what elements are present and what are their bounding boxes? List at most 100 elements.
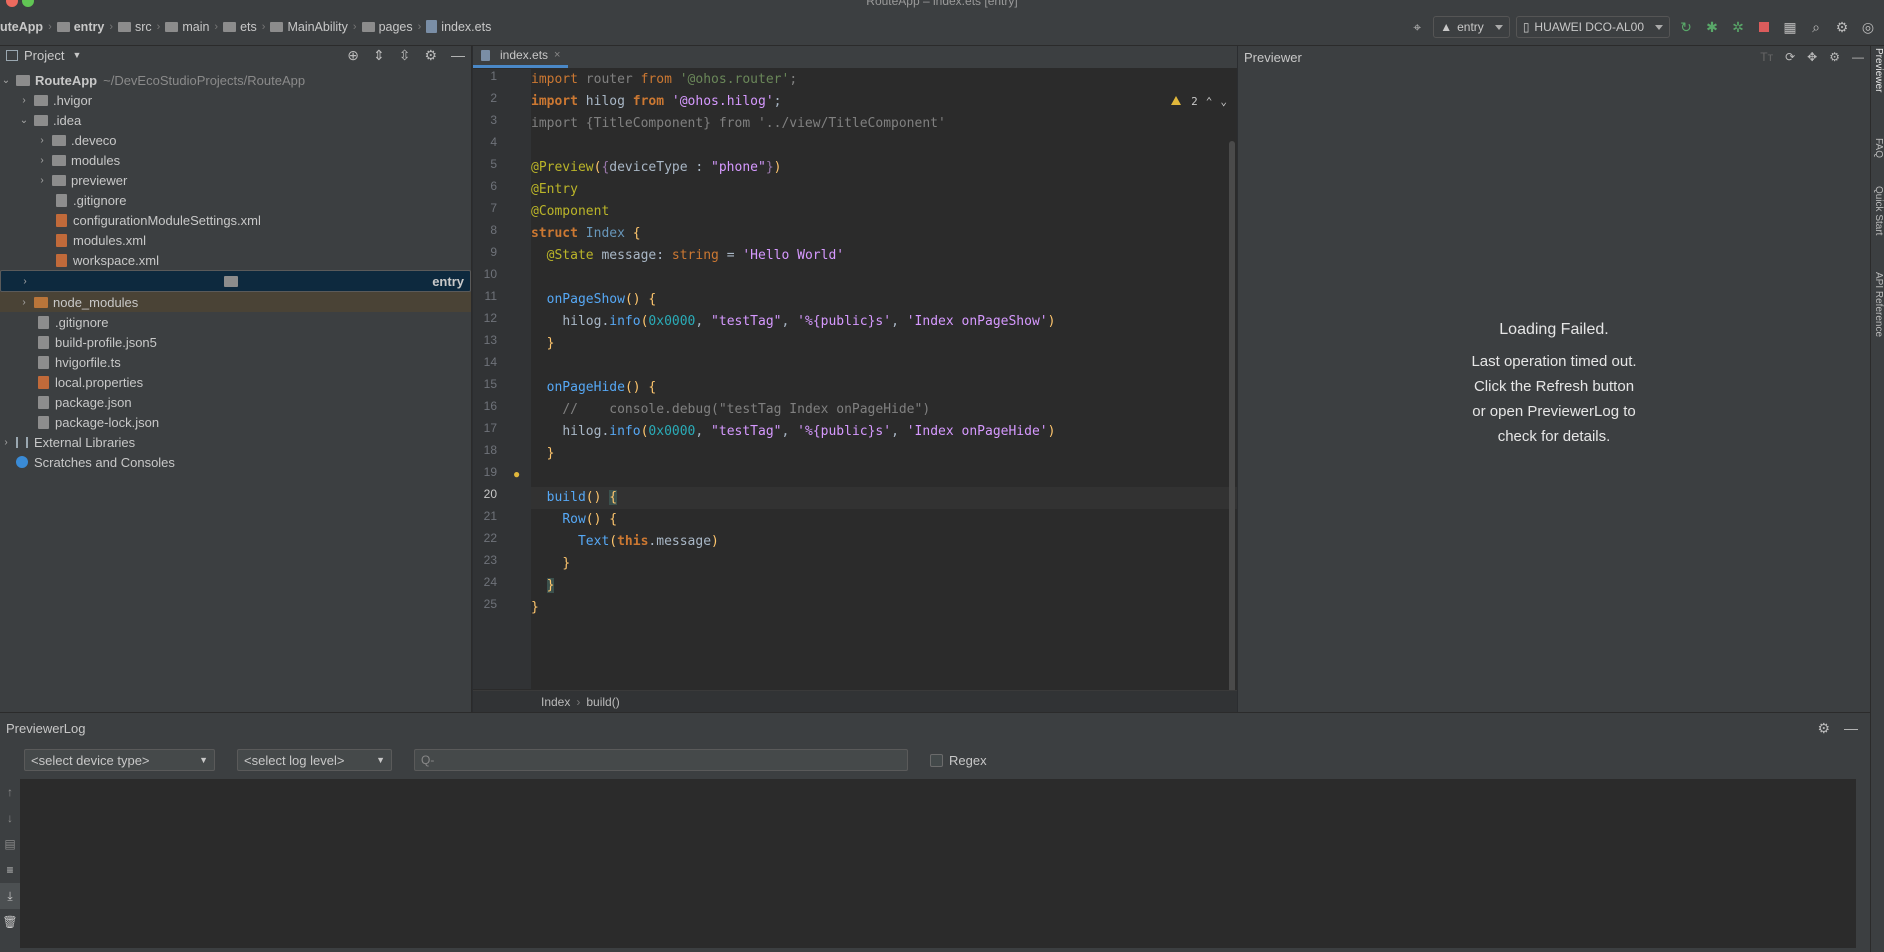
- tree-item-hvigor[interactable]: › .hvigor: [0, 90, 471, 110]
- regex-checkbox[interactable]: Regex: [930, 753, 987, 768]
- print-icon[interactable]: ▤: [0, 831, 20, 857]
- chevron-right-icon[interactable]: ›: [0, 437, 12, 448]
- tree-item-scratches[interactable]: Scratches and Consoles: [0, 452, 471, 472]
- folder-icon: [34, 296, 48, 308]
- editor-scrollbar[interactable]: [1229, 141, 1235, 701]
- collapse-all-icon[interactable]: ⇳: [399, 47, 411, 64]
- tree-item-package-lock[interactable]: package-lock.json: [0, 412, 471, 432]
- line-number: 24: [483, 575, 497, 589]
- tab-index-ets[interactable]: index.ets ×: [473, 45, 569, 68]
- project-view-select[interactable]: Project: [24, 48, 64, 63]
- crumb-module[interactable]: entry: [56, 20, 104, 34]
- device-type-select[interactable]: <select device type> ▼: [24, 749, 215, 771]
- search-icon: Q-: [421, 753, 435, 767]
- expand-all-icon[interactable]: ⇕: [373, 47, 385, 64]
- tree-item-package-json[interactable]: package.json: [0, 392, 471, 412]
- tree-item-configuration-xml[interactable]: configurationModuleSettings.xml: [0, 210, 471, 230]
- crumb-project[interactable]: uteApp: [0, 20, 43, 34]
- tree-item-build-profile[interactable]: build-profile.json5: [0, 332, 471, 352]
- module-select[interactable]: ▲ entry: [1433, 16, 1510, 38]
- debug-icon[interactable]: ✱: [1702, 17, 1722, 37]
- settings-icon[interactable]: ⚙: [1832, 17, 1852, 37]
- crumb-pages[interactable]: pages: [361, 20, 413, 34]
- tree-item-external-libraries[interactable]: › External Libraries: [0, 432, 471, 452]
- chevron-down-icon[interactable]: ⌄: [0, 75, 12, 86]
- gear-icon[interactable]: ⚙: [1817, 720, 1830, 737]
- gear-icon[interactable]: ⚙: [1829, 50, 1840, 64]
- line-number: 7: [490, 201, 497, 215]
- attach-debugger-icon[interactable]: ✲: [1728, 17, 1748, 37]
- chevron-right-icon[interactable]: ›: [19, 276, 31, 287]
- project-structure-icon[interactable]: ▦: [1780, 17, 1800, 37]
- crumb-build[interactable]: build(): [586, 695, 619, 709]
- account-icon[interactable]: ◎: [1858, 17, 1878, 37]
- crumb-file[interactable]: index.ets: [426, 20, 491, 34]
- tab-quick-start[interactable]: Quick Start: [1873, 186, 1884, 235]
- tree-item-idea[interactable]: ⌄ .idea: [0, 110, 471, 130]
- crumb-mainability[interactable]: MainAbility: [270, 20, 348, 34]
- tree-item-gitignore[interactable]: .gitignore: [0, 312, 471, 332]
- tree-item-entry[interactable]: › entry: [0, 270, 471, 292]
- crumb-main[interactable]: main: [165, 20, 209, 34]
- search-icon[interactable]: ⌕: [1806, 17, 1826, 37]
- log-output-area[interactable]: [20, 779, 1856, 948]
- hide-panel-icon[interactable]: —: [1852, 50, 1864, 64]
- gear-icon[interactable]: ⚙: [424, 47, 437, 64]
- module-folder-icon: [224, 275, 239, 287]
- arrow-down-icon[interactable]: ↓: [0, 805, 20, 831]
- tree-item-deveco[interactable]: › .deveco: [0, 130, 471, 150]
- tree-item-workspace-xml[interactable]: workspace.xml: [0, 250, 471, 270]
- hide-panel-icon[interactable]: —: [451, 47, 465, 64]
- folder-icon: [52, 134, 66, 146]
- lightbulb-icon[interactable]: ●: [513, 467, 520, 481]
- crumb-ets[interactable]: ets: [223, 20, 257, 34]
- arrow-up-icon[interactable]: ↑: [0, 779, 20, 805]
- chevron-right-icon: ›: [156, 20, 161, 33]
- chevron-up-icon[interactable]: ⌃: [1206, 95, 1213, 108]
- phone-icon: ▯: [1522, 20, 1530, 34]
- code-area[interactable]: import router from '@ohos.router'; impor…: [531, 69, 1237, 689]
- target-icon[interactable]: ⌖: [1407, 17, 1427, 37]
- tree-item-hvigorfile[interactable]: hvigorfile.ts: [0, 352, 471, 372]
- close-tab-icon[interactable]: ×: [554, 49, 560, 61]
- tree-item-node-modules[interactable]: › node_modules: [0, 292, 471, 312]
- chevron-right-icon[interactable]: ›: [36, 155, 48, 166]
- chevron-down-icon[interactable]: ⌄: [18, 115, 30, 126]
- refresh-icon[interactable]: ⟳: [1785, 50, 1795, 64]
- device-select[interactable]: ▯ HUAWEI DCO-AL00: [1515, 16, 1670, 38]
- scroll-to-end-icon[interactable]: ⤓: [0, 883, 20, 909]
- checkbox-box[interactable]: [930, 753, 943, 767]
- crumb-index[interactable]: Index: [541, 695, 570, 709]
- chevron-down-icon[interactable]: ⌄: [1220, 95, 1227, 108]
- stop-icon[interactable]: [1754, 17, 1774, 37]
- soft-wrap-icon[interactable]: ≡: [0, 857, 20, 883]
- line-number: 13: [483, 333, 497, 347]
- tree-item-idea-gitignore[interactable]: .gitignore: [0, 190, 471, 210]
- log-level-select[interactable]: <select log level> ▼: [237, 749, 392, 771]
- tree-item-local-properties[interactable]: local.properties: [0, 372, 471, 392]
- inspection-widget[interactable]: 2 ⌃ ⌄: [1171, 95, 1227, 108]
- tab-faq[interactable]: FAQ: [1873, 138, 1884, 158]
- chevron-right-icon: ›: [214, 20, 219, 33]
- tree-item-previewer[interactable]: › previewer: [0, 170, 471, 190]
- text-size-icon[interactable]: Tт: [1760, 50, 1773, 64]
- tab-previewer[interactable]: Previewer: [1873, 48, 1884, 92]
- inspector-icon[interactable]: ✥: [1807, 50, 1817, 64]
- tree-item-modules-xml[interactable]: modules.xml: [0, 230, 471, 250]
- tree-item-modules[interactable]: › modules: [0, 150, 471, 170]
- rerun-icon[interactable]: ↻: [1676, 17, 1696, 37]
- log-scrollbar[interactable]: [1856, 779, 1870, 948]
- log-search-input[interactable]: Q-: [414, 749, 908, 771]
- tree-item-routeapp[interactable]: ⌄ RouteApp ~/DevEcoStudioProjects/RouteApp: [0, 70, 471, 90]
- chevron-right-icon[interactable]: ›: [36, 175, 48, 186]
- chevron-right-icon[interactable]: ›: [18, 297, 30, 308]
- chevron-right-icon[interactable]: ›: [18, 95, 30, 106]
- hide-panel-icon[interactable]: —: [1844, 720, 1858, 737]
- chevron-down-icon[interactable]: ▼: [72, 50, 81, 60]
- line-number: 6: [490, 179, 497, 193]
- crumb-src[interactable]: src: [117, 20, 152, 34]
- locate-icon[interactable]: ⊕: [347, 47, 359, 64]
- trash-icon[interactable]: 🗑: [0, 909, 20, 935]
- chevron-right-icon[interactable]: ›: [36, 135, 48, 146]
- tab-api-reference[interactable]: API Reference: [1873, 272, 1884, 337]
